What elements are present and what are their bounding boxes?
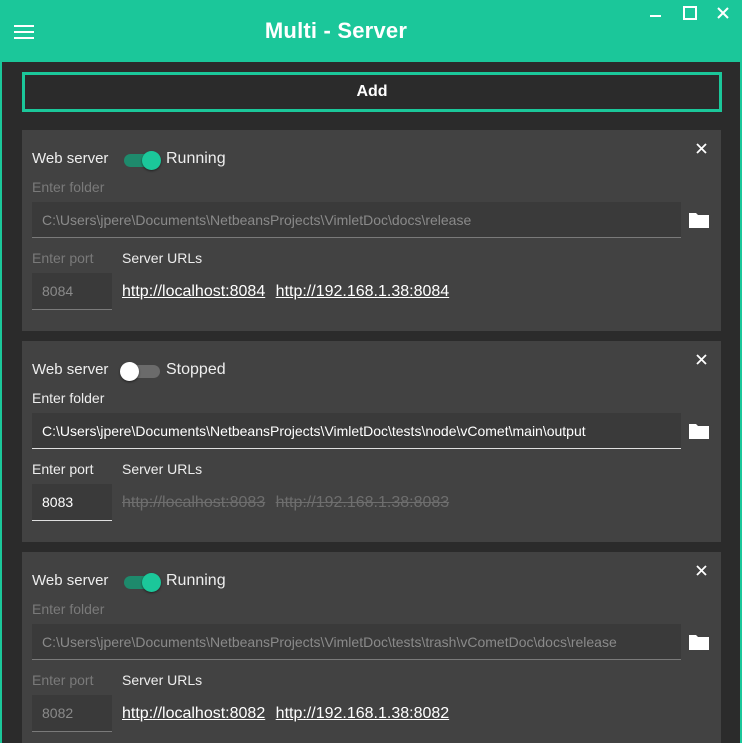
close-icon <box>717 7 729 19</box>
port-input[interactable] <box>32 695 112 732</box>
status-label: Running <box>166 150 226 167</box>
folder-label: Enter folder <box>32 179 105 195</box>
add-button[interactable]: Add <box>22 72 722 112</box>
app-title: Multi - Server <box>264 18 408 43</box>
maximize-button[interactable] <box>677 2 701 24</box>
server-card: Web server Stopped Enter folder Enter po… <box>22 341 721 542</box>
folder-icon[interactable] <box>688 210 710 230</box>
folder-label: Enter folder <box>32 601 105 617</box>
add-bar: Add <box>2 62 740 122</box>
folder-label: Enter folder <box>32 390 105 406</box>
port-input[interactable] <box>32 273 112 310</box>
folder-input[interactable] <box>32 202 681 238</box>
server-toggle[interactable] <box>120 573 162 592</box>
server-urls: http://localhost:8083 http://192.168.1.3… <box>122 494 455 512</box>
network-url-link: http://192.168.1.38:8083 <box>275 494 450 511</box>
remove-server-button[interactable] <box>692 139 712 159</box>
close-icon <box>696 143 707 154</box>
window-close-button[interactable] <box>711 2 735 24</box>
remove-server-button[interactable] <box>692 561 712 581</box>
web-server-label: Web server <box>32 150 109 167</box>
folder-icon[interactable] <box>688 421 710 441</box>
network-url-link[interactable]: http://192.168.1.38:8084 <box>276 283 449 300</box>
network-url-link[interactable]: http://192.168.1.38:8082 <box>276 705 449 722</box>
folder-input[interactable] <box>32 624 681 660</box>
status-label: Stopped <box>166 361 226 378</box>
remove-server-button[interactable] <box>692 350 712 370</box>
server-toggle[interactable] <box>120 151 162 170</box>
close-icon <box>696 354 707 365</box>
close-icon <box>696 565 707 576</box>
server-toggle[interactable] <box>120 362 162 381</box>
web-server-label: Web server <box>32 361 109 378</box>
main-content: Add Web server Running Enter folder Ente… <box>2 62 740 743</box>
localhost-url-link[interactable]: http://localhost:8082 <box>122 705 265 722</box>
server-urls-label: Server URLs <box>122 461 203 477</box>
folder-icon[interactable] <box>688 632 710 652</box>
port-input[interactable] <box>32 484 112 521</box>
server-urls-label: Server URLs <box>122 672 203 688</box>
port-label: Enter port <box>32 672 94 688</box>
port-label: Enter port <box>32 250 94 266</box>
title-bar: Multi - Server <box>0 0 742 62</box>
server-urls: http://localhost:8082 http://192.168.1.3… <box>122 705 455 723</box>
port-label: Enter port <box>32 461 94 477</box>
minimize-button[interactable] <box>643 2 667 24</box>
status-label: Running <box>166 572 226 589</box>
server-card: Web server Running Enter folder Enter po… <box>22 130 721 331</box>
web-server-label: Web server <box>32 572 109 589</box>
server-card: Web server Running Enter folder Enter po… <box>22 552 721 743</box>
server-urls: http://localhost:8084 http://192.168.1.3… <box>122 283 455 301</box>
localhost-url-link[interactable]: http://localhost:8084 <box>122 283 265 300</box>
folder-input[interactable] <box>32 413 681 449</box>
localhost-url-link: http://localhost:8083 <box>122 494 266 511</box>
server-urls-label: Server URLs <box>122 250 203 266</box>
